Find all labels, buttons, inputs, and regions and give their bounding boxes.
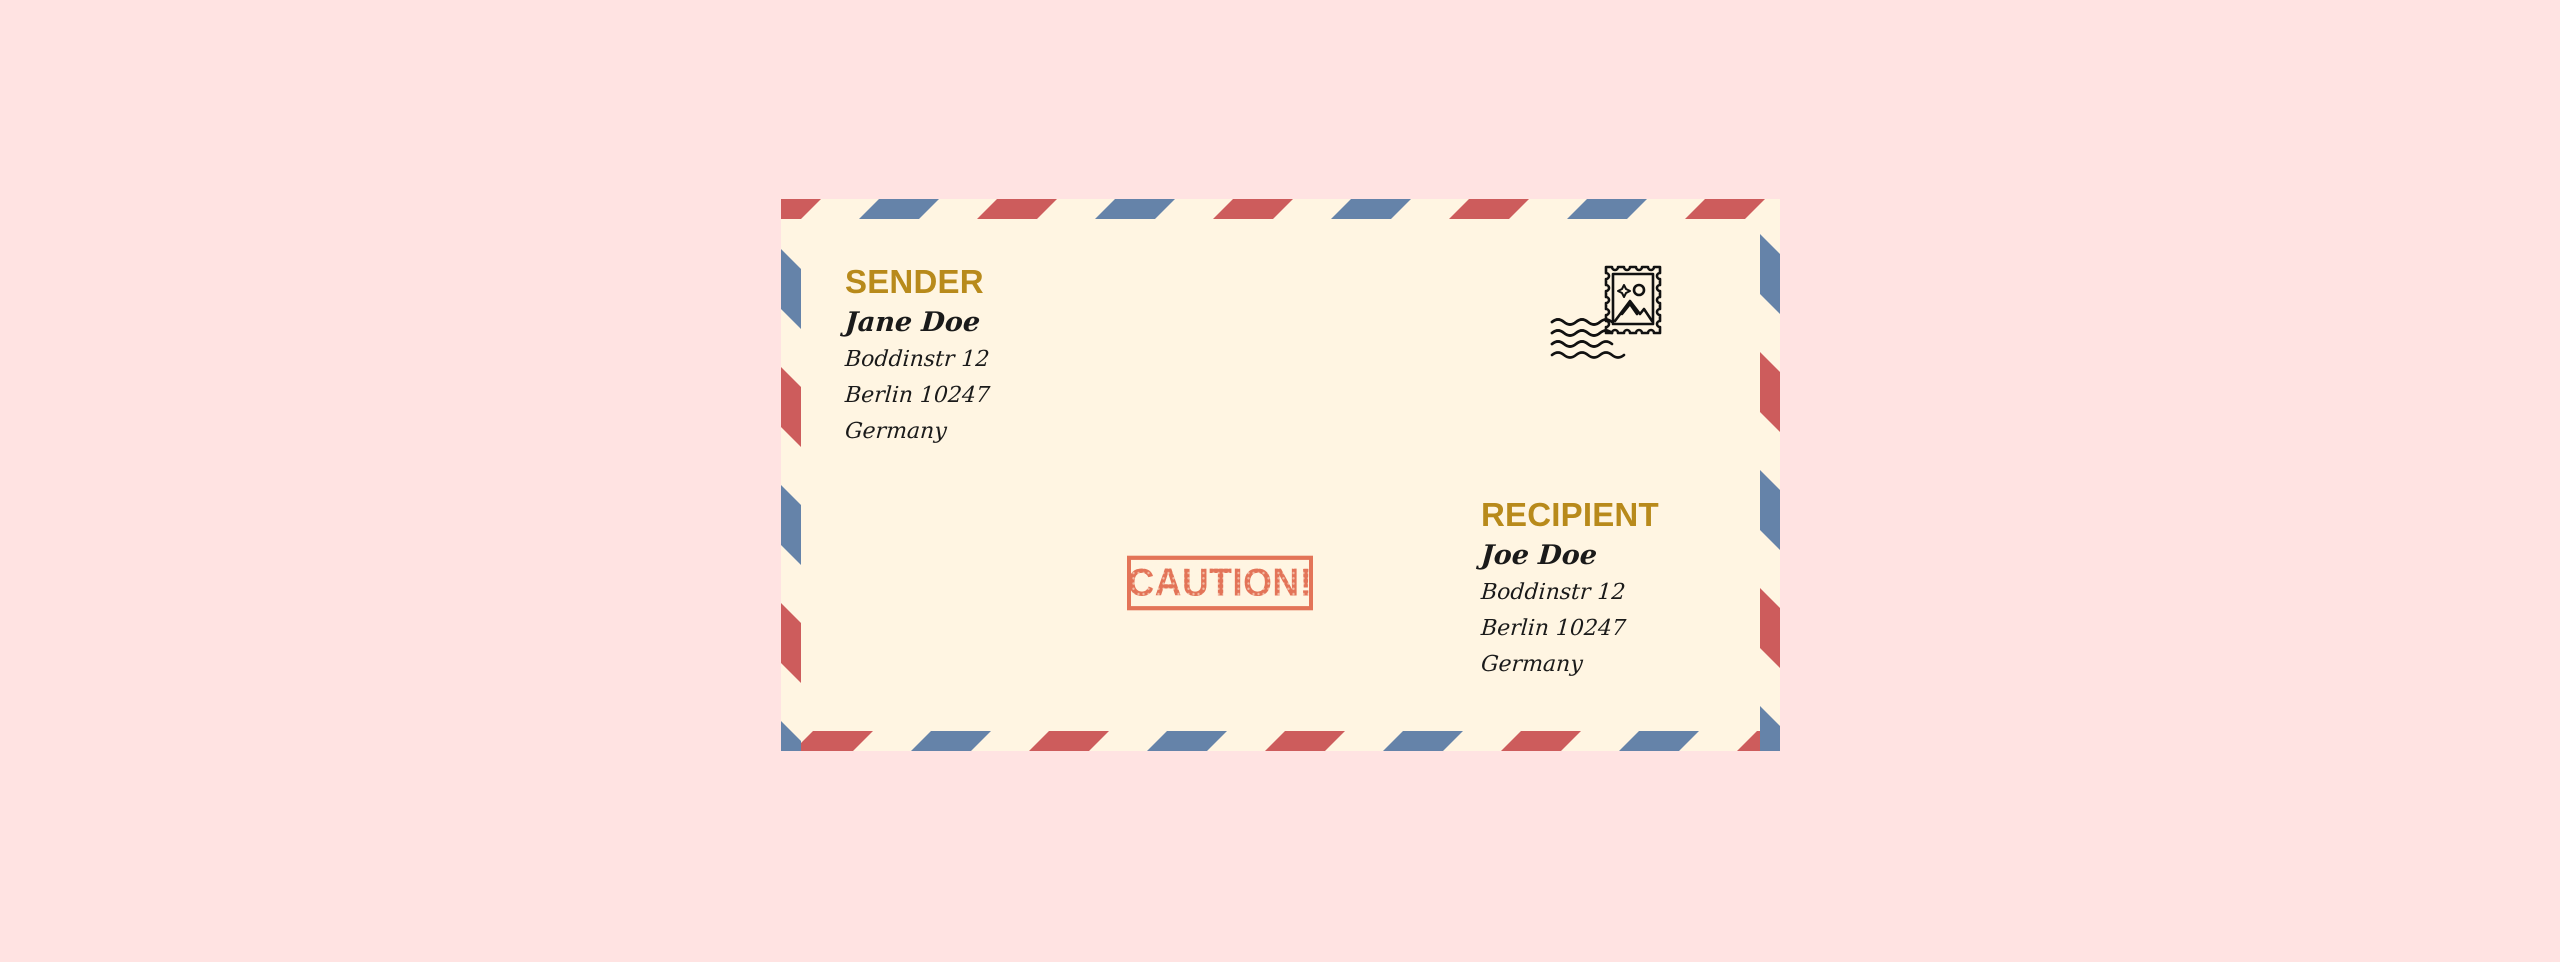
airmail-stripe <box>781 249 801 329</box>
airmail-stripe <box>1619 731 1699 751</box>
sender-city: Berlin 10247 <box>844 383 991 408</box>
caution-stamp: CAUTION! <box>1127 555 1313 611</box>
airmail-stripe <box>1331 199 1411 219</box>
airmail-stripe <box>1760 352 1780 432</box>
recipient-block: RECIPIENT Joe Doe Boddinstr 12 Berlin 10… <box>1479 496 1659 683</box>
sender-country: Germany <box>844 419 948 444</box>
sender-street: Boddinstr 12 <box>844 347 991 372</box>
airmail-stripe <box>781 721 801 751</box>
airmail-stripe <box>781 367 801 447</box>
airmail-stripe <box>793 731 873 751</box>
recipient-label: RECIPIENT <box>1481 496 1659 533</box>
page-background: SENDER Jane Doe Boddinstr 12 Berlin 1024… <box>0 0 2560 962</box>
sender-label: SENDER <box>845 263 984 300</box>
recipient-street: Boddinstr 12 <box>1480 580 1627 605</box>
postage-stamp-icon <box>1550 265 1662 359</box>
airmail-stripe <box>781 603 801 683</box>
sender-name: Jane Doe <box>843 307 982 338</box>
airmail-stripe <box>1449 199 1529 219</box>
airmail-stripe <box>859 199 939 219</box>
airmail-stripe <box>1383 731 1463 751</box>
recipient-country: Germany <box>1480 652 1584 677</box>
airmail-stripe <box>911 731 991 751</box>
airmail-stripe <box>1095 199 1175 219</box>
airmail-stripe <box>1147 731 1227 751</box>
cancellation-wave <box>1550 351 1626 359</box>
airmail-stripe <box>1501 731 1581 751</box>
airmail-stripe <box>1760 588 1780 668</box>
airmail-stripe <box>1760 470 1780 550</box>
airmail-stripe <box>1685 199 1765 219</box>
airmail-stripe <box>977 199 1057 219</box>
airmail-stripe <box>1567 199 1647 219</box>
airmail-stripe <box>1265 731 1345 751</box>
airmail-stripe <box>1029 731 1109 751</box>
airmail-stripe <box>1760 234 1780 314</box>
airmail-stripe <box>781 485 801 565</box>
airmail-stripe <box>1760 706 1780 751</box>
recipient-city: Berlin 10247 <box>1480 616 1627 641</box>
envelope: SENDER Jane Doe Boddinstr 12 Berlin 1024… <box>781 199 1780 751</box>
airmail-stripe <box>1213 199 1293 219</box>
sender-block: SENDER Jane Doe Boddinstr 12 Berlin 1024… <box>843 263 991 450</box>
recipient-name: Joe Doe <box>1479 540 1599 571</box>
airmail-stripe <box>781 199 821 219</box>
